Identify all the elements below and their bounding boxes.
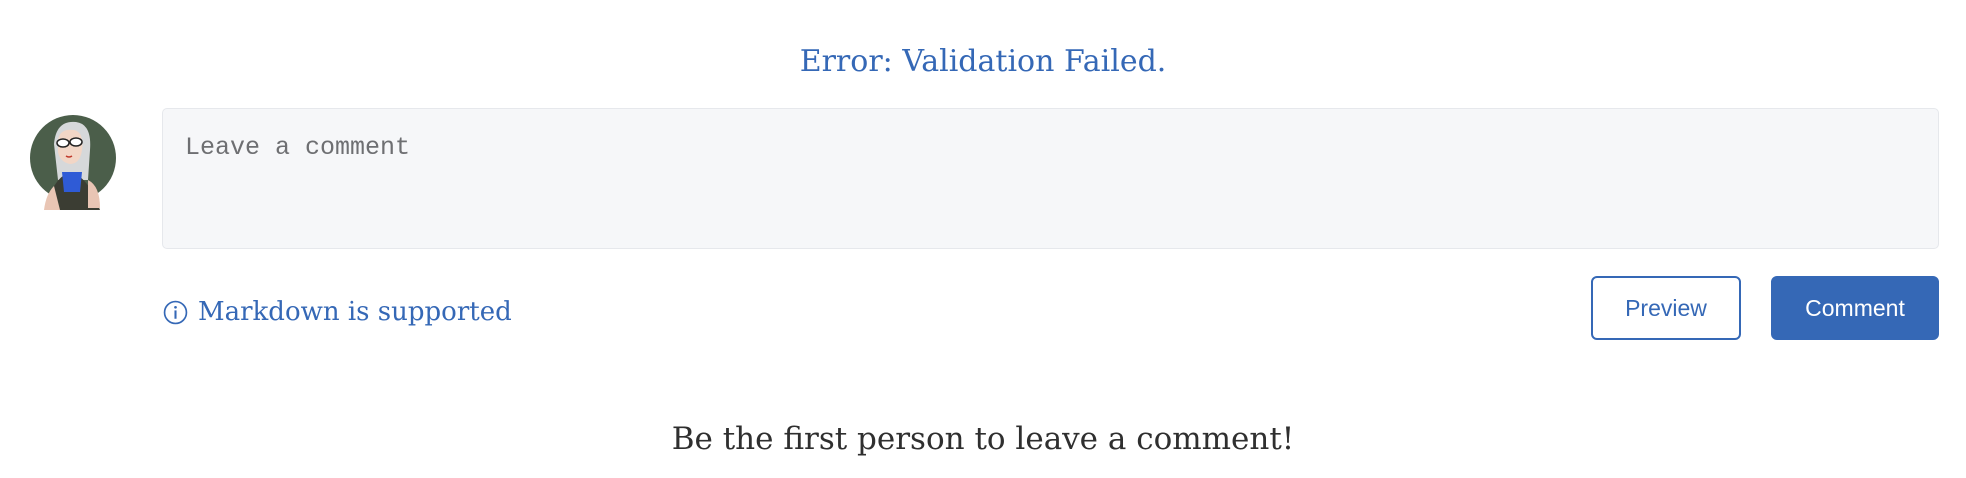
markdown-hint: Markdown is supported	[163, 292, 512, 332]
user-avatar-illustration-icon	[30, 115, 116, 210]
comment-button[interactable]: Comment	[1771, 276, 1939, 340]
info-icon	[163, 300, 188, 324]
avatar	[30, 110, 122, 210]
markdown-hint-label: Markdown is supported	[198, 297, 512, 327]
empty-comments-message: Be the first person to leave a comment!	[671, 421, 1295, 457]
comment-input[interactable]	[162, 108, 1939, 249]
preview-button[interactable]: Preview	[1591, 276, 1741, 340]
error-message: Error: Validation Failed.	[799, 44, 1167, 79]
